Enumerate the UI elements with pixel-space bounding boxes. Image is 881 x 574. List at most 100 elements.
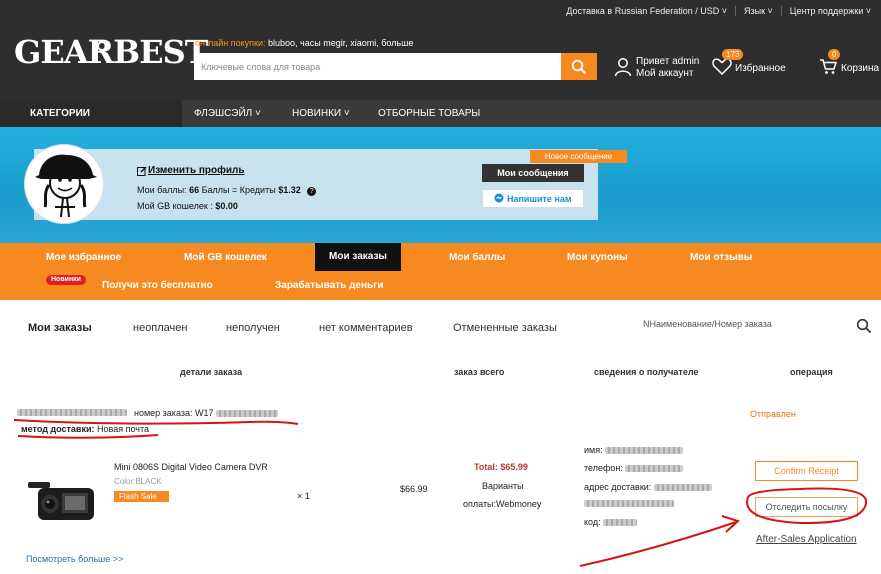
avatar-cartoon-icon: [35, 154, 97, 218]
my-messages-button[interactable]: Мои сообщения: [482, 164, 584, 182]
annotation-arrow-line: [579, 521, 737, 567]
tab-my-points[interactable]: Мои баллы: [449, 251, 505, 265]
recipient-zip: код:: [584, 517, 638, 527]
product-color: Color:BLACK: [114, 477, 162, 486]
tab-my-reviews[interactable]: Мои отзывы: [690, 251, 752, 265]
search-icon[interactable]: [856, 318, 872, 334]
cart-label[interactable]: Корзина: [841, 63, 879, 75]
delivery-value: Новая почта: [97, 424, 149, 434]
favorites-label[interactable]: Избранное: [735, 63, 786, 75]
product-quantity: × 1: [297, 491, 310, 501]
heart-icon[interactable]: [712, 58, 732, 75]
edit-icon[interactable]: [137, 166, 147, 176]
product-image[interactable]: [24, 474, 98, 524]
view-more-link[interactable]: Посмотреть больше >>: [26, 554, 123, 564]
account-label: Мой аккаунт: [636, 68, 694, 79]
profile-banner: [0, 127, 881, 243]
contact-us-label: Напишите нам: [506, 194, 572, 204]
orders-tab-unreceived[interactable]: неполучен: [226, 322, 280, 334]
support-center-link[interactable]: Центр поддержки ˅: [782, 6, 871, 16]
logo-gear-icon: [97, 41, 107, 51]
user-icon[interactable]: [614, 57, 632, 77]
wallet-line: Мой GB кошелек : $0.00: [137, 201, 238, 211]
cart-icon[interactable]: [819, 58, 837, 75]
nav-flash-sale[interactable]: ФЛЭШСЭЙЛ ˅: [194, 100, 261, 127]
col-order-total: заказ всего: [454, 367, 505, 377]
points-suffix: Баллы = Кредиты: [201, 185, 276, 195]
chat-icon: [494, 193, 504, 203]
flash-sale-badge: Flash Sale: [114, 491, 169, 502]
orders-tab-no-comments[interactable]: нет комментариев: [319, 322, 413, 334]
account-menu[interactable]: Привет admin Мой аккаунт: [636, 56, 699, 80]
col-operation: операция: [790, 367, 833, 377]
wallet-label: Мой GB кошелек: [137, 201, 208, 211]
blurred-phone: [625, 465, 684, 473]
tab-get-it-free[interactable]: Получи это бесплатно: [102, 279, 213, 293]
payment-method: оплаты:Webmoney: [463, 499, 542, 509]
recipient-phone: телефон:: [584, 463, 684, 473]
edit-profile-link[interactable]: Изменить профиль: [148, 165, 245, 176]
order-status: Отправлен: [750, 409, 796, 419]
language-link[interactable]: Язык ˅: [736, 6, 782, 16]
blurred-address-line2: [584, 500, 674, 507]
points-line: Мои баллы: 66 Баллы = Кредиты $1.32 ?: [137, 185, 317, 196]
orders-tab-cancelled[interactable]: Отмененные заказы: [453, 322, 557, 334]
recipient-zip-label: код:: [584, 517, 601, 527]
avatar[interactable]: [24, 144, 104, 224]
blurred-order-number: [216, 410, 279, 418]
annotation-arrow-head: [721, 515, 740, 533]
contact-us-button[interactable]: Напишите нам: [482, 189, 584, 208]
after-sales-link[interactable]: After-Sales Application: [756, 534, 857, 545]
top-links: Доставка в Russian Federation / USD ˅ Яз…: [558, 6, 871, 16]
recipient-address-label: адрес доставки:: [584, 482, 652, 492]
hot-searches: он-лайн покупки: bluboo, часы megir, xia…: [195, 38, 413, 48]
product-name[interactable]: Mini 0806S Digital Video Camera DVR: [114, 462, 268, 472]
recipient-address: адрес доставки:: [584, 482, 712, 492]
delivery-label: метод доставки:: [21, 424, 95, 434]
recipient-name: имя:: [584, 445, 684, 455]
new-badge: Новинки: [46, 275, 86, 285]
points-label: Мои баллы:: [137, 185, 187, 195]
orders-tab-all[interactable]: Мои заказы: [28, 322, 92, 334]
categories-menu[interactable]: КАТЕГОРИИ: [0, 100, 182, 127]
order-number-label: номер заказа:: [134, 408, 193, 418]
shipping-currency-link[interactable]: Доставка в Russian Federation / USD ˅: [558, 6, 736, 16]
favorites-count-badge: 173: [722, 49, 744, 60]
delivery-method: метод доставки: Новая почта: [21, 424, 149, 434]
points-help-icon[interactable]: ?: [307, 187, 317, 196]
wallet-value: $0.00: [215, 201, 238, 211]
tab-earn-money[interactable]: Зарабатывать деньги: [275, 279, 383, 293]
order-search-input[interactable]: NНаименование/Номер заказа: [643, 319, 772, 329]
tab-my-coupons[interactable]: Мои купоны: [567, 251, 628, 265]
points-value: 66: [189, 185, 200, 195]
blurred-zip: [603, 519, 638, 527]
blurred-name: [605, 447, 684, 455]
order-number-prefix: W17: [195, 408, 214, 418]
col-order-details: детали заказа: [180, 367, 243, 377]
nav-featured[interactable]: ОТБОРНЫЕ ТОВАРЫ: [378, 100, 480, 127]
search-input[interactable]: [194, 53, 561, 80]
confirm-receipt-button[interactable]: Confirm Receipt: [755, 461, 858, 481]
nav-new-arrivals[interactable]: НОВИНКИ ˅: [292, 100, 350, 127]
dashcam-image-icon: [28, 482, 94, 520]
order-total: Total: $65.99: [474, 462, 528, 472]
search-button[interactable]: [561, 53, 597, 80]
payment-label: Варианты: [482, 481, 524, 491]
hot-searches-label: он-лайн покупки:: [195, 38, 266, 48]
gearbest-logo[interactable]: GEARBEST: [14, 36, 208, 68]
blurred-address: [653, 484, 712, 492]
hot-searches-items[interactable]: bluboo, часы megir, xiaomi, больше: [268, 38, 413, 48]
recipient-name-label: имя:: [584, 445, 603, 455]
track-package-button[interactable]: Отследить посылку: [755, 497, 858, 517]
annotation-underline-delivery: [17, 434, 159, 439]
tab-gb-wallet[interactable]: Мой GB кошелек: [184, 251, 267, 265]
new-message-badge: Новое сообщение: [530, 150, 627, 163]
blurred-order-date: [17, 409, 127, 416]
tab-my-orders[interactable]: Мои заказы: [315, 243, 401, 271]
tab-favorites[interactable]: Мое избранное: [46, 251, 121, 265]
credits-value: $1.32: [278, 185, 301, 195]
product-price: $66.99: [400, 484, 428, 494]
search-icon: [571, 59, 587, 74]
col-recipient: сведения о получателе: [594, 367, 699, 377]
orders-tab-unpaid[interactable]: неоплачен: [133, 322, 187, 334]
